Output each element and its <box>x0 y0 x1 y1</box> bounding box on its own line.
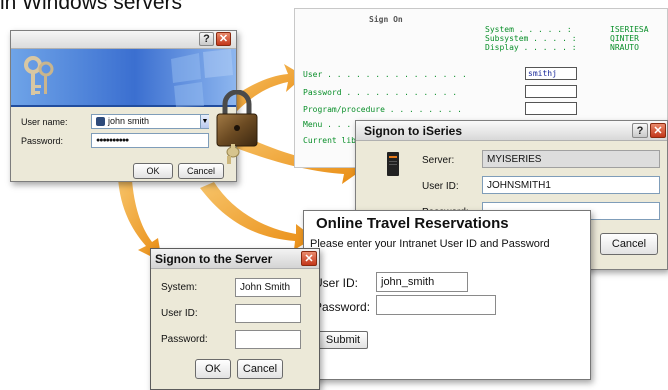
subsystem-label: Subsystem . . . . : <box>485 34 577 43</box>
password-field[interactable] <box>376 295 496 315</box>
ok-button[interactable]: OK <box>133 163 173 179</box>
chevron-down-icon[interactable]: ▼ <box>200 115 209 128</box>
display-label: Display . . . . . : <box>485 43 577 52</box>
cancel-button[interactable]: Cancel <box>237 359 283 379</box>
help-button[interactable]: ? <box>199 32 214 46</box>
username-label: User name: <box>21 117 68 127</box>
userid-label: User ID: <box>422 181 459 192</box>
server-signon-dialog: Signon to the Server ✕ System: John Smit… <box>150 248 320 390</box>
userid-field[interactable]: JOHNSMITH1 <box>482 176 660 194</box>
userid-label: User ID: <box>161 308 198 319</box>
key-icon <box>226 144 240 164</box>
password-label: Password: <box>161 334 208 345</box>
server-titlebar: Signon to the Server ✕ <box>151 249 319 269</box>
user-label: User . . . . . . . . . . . . . . . <box>303 70 467 79</box>
display-value: NRAUTO <box>610 43 639 52</box>
travel-login-page: Online Travel Reservations Please enter … <box>303 210 591 380</box>
close-button[interactable]: ✕ <box>650 123 666 138</box>
password-label: Password . . . . . . . . . . . . <box>303 88 458 97</box>
system-label: System . . . . . : <box>485 25 572 34</box>
password-field[interactable]: ●●●●●●●●●● <box>91 133 209 148</box>
userid-label: User ID: <box>314 276 359 290</box>
padlock-icon <box>216 90 258 164</box>
user-field[interactable]: smithj <box>525 67 577 80</box>
windows-logon-banner <box>11 49 236 107</box>
cancel-button[interactable]: Cancel <box>600 233 658 255</box>
server-title: Signon to the Server <box>155 252 273 266</box>
travel-title: Online Travel Reservations <box>316 215 509 232</box>
green-screen-title: Sign On <box>369 15 403 24</box>
system-label: System: <box>161 282 198 293</box>
arrow-to-travel <box>200 182 314 250</box>
subsystem-value: QINTER <box>610 34 639 43</box>
windows-logon-dialog: ? ✕ User name: john smith ▼ Password: ●●… <box>10 30 237 182</box>
close-button[interactable]: ✕ <box>216 32 231 46</box>
password-field[interactable] <box>235 330 301 349</box>
user-icon <box>96 117 105 127</box>
server-tower-icon <box>387 152 399 176</box>
userid-field[interactable] <box>235 304 301 323</box>
password-label: Password: <box>21 136 64 146</box>
close-button[interactable]: ✕ <box>301 251 317 266</box>
userid-field[interactable]: john_smith <box>376 272 468 292</box>
travel-instructions: Please enter your Intranet User ID and P… <box>310 238 550 250</box>
server-field[interactable]: MYISERIES <box>482 150 660 168</box>
program-label: Program/procedure . . . . . . . . <box>303 105 462 114</box>
submit-button[interactable]: Submit <box>318 331 368 349</box>
server-label: Server: <box>422 155 455 166</box>
username-value: john smith <box>108 116 150 126</box>
system-field[interactable]: John Smith <box>235 278 301 297</box>
iseries-titlebar: Signon to iSeries ? ✕ <box>356 121 667 141</box>
windows-logon-titlebar: ? ✕ <box>11 31 236 49</box>
ok-button[interactable]: OK <box>195 359 231 379</box>
iseries-title: Signon to iSeries <box>364 124 463 138</box>
help-button[interactable]: ? <box>632 123 648 138</box>
password-field[interactable] <box>525 85 577 98</box>
menu-label: Menu . . . <box>303 120 352 129</box>
keys-icon <box>24 56 54 95</box>
password-label: Password: <box>314 300 371 314</box>
system-value: ISERIESA <box>610 25 649 34</box>
program-field[interactable] <box>525 102 577 115</box>
current-library-label: Current lib <box>303 136 356 145</box>
username-field[interactable]: john smith <box>91 114 209 129</box>
